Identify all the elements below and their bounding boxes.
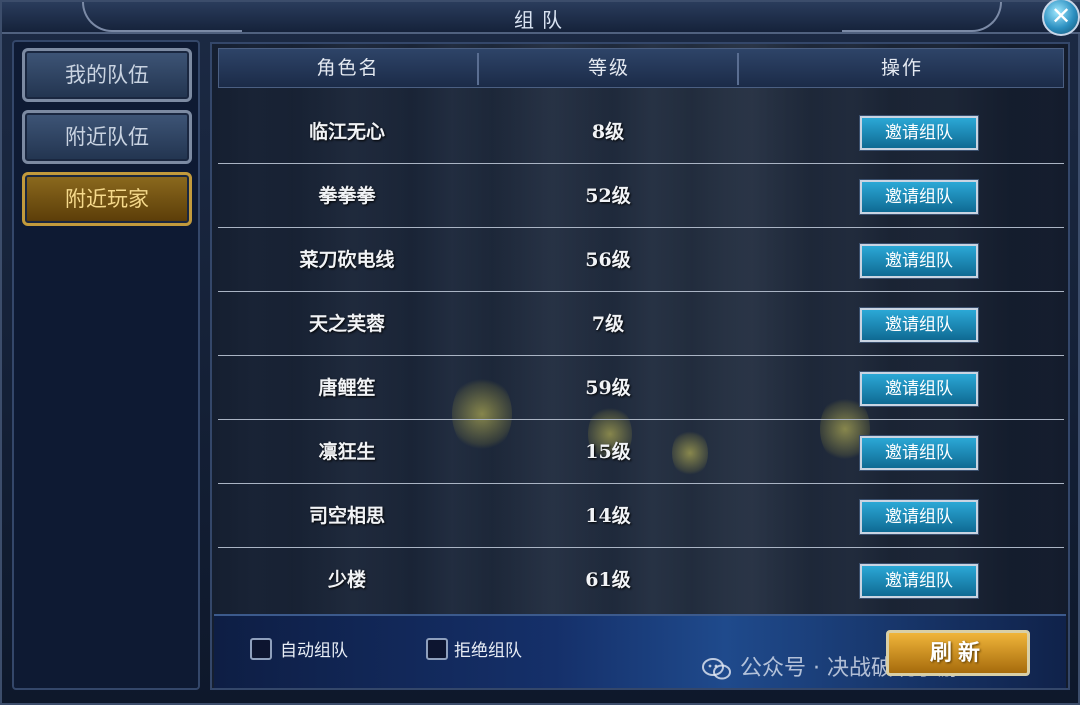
footer-bar: 自动组队 拒绝组队 公众号 · 决战破晓手游 刷新 (214, 614, 1066, 688)
player-name: 凛狂生 (318, 441, 376, 463)
table-header: 角色名 等级 操作 (218, 48, 1064, 88)
table-row: 凛狂生 15级 邀请组队 (218, 420, 1064, 484)
invite-button[interactable]: 邀请组队 (859, 499, 979, 535)
tab-my-team[interactable]: 我的队伍 (22, 48, 192, 102)
refresh-button[interactable]: 刷新 (886, 630, 1030, 676)
table-row: 少楼 61级 邀请组队 (218, 548, 1064, 612)
player-level: 7级 (591, 313, 625, 335)
header-action: 操作 (880, 57, 923, 79)
table-row: 司空相思 14级 邀请组队 (218, 484, 1064, 548)
team-window: 组队 ✕ 我的队伍 附近队伍 附近玩家 角色名 等级 操作 临江无心 8级 邀请… (0, 0, 1080, 705)
player-level: 8级 (591, 121, 625, 143)
player-level: 59级 (585, 377, 631, 399)
player-name: 司空相思 (308, 505, 385, 527)
auto-team-checkbox[interactable] (250, 638, 272, 660)
player-name: 拳拳拳 (318, 185, 376, 207)
sidebar: 我的队伍 附近队伍 附近玩家 (12, 40, 200, 690)
invite-button[interactable]: 邀请组队 (859, 243, 979, 279)
player-level: 56级 (585, 249, 631, 271)
invite-button[interactable]: 邀请组队 (859, 307, 979, 343)
player-level: 15级 (585, 441, 631, 463)
invite-button[interactable]: 邀请组队 (859, 115, 979, 151)
player-name: 少楼 (327, 569, 366, 591)
table-row: 菜刀砍电线 56级 邀请组队 (218, 228, 1064, 292)
invite-button[interactable]: 邀请组队 (859, 179, 979, 215)
tab-nearby-players[interactable]: 附近玩家 (22, 172, 192, 226)
header-role-name: 角色名 (316, 57, 380, 79)
auto-team-label: 自动组队 (280, 641, 348, 661)
reject-team-label: 拒绝组队 (454, 641, 522, 661)
player-name: 临江无心 (308, 121, 385, 143)
player-level: 52级 (585, 185, 631, 207)
window-title: 组队 (514, 8, 570, 32)
invite-button[interactable]: 邀请组队 (859, 435, 979, 471)
table-row: 天之芙蓉 7级 邀请组队 (218, 292, 1064, 356)
header-level: 等级 (587, 57, 630, 79)
invite-button[interactable]: 邀请组队 (859, 563, 979, 599)
invite-button[interactable]: 邀请组队 (859, 371, 979, 407)
title-bar: 组队 ✕ (2, 0, 1080, 36)
table-row: 临江无心 8级 邀请组队 (218, 100, 1064, 164)
player-name: 天之芙蓉 (308, 313, 385, 335)
wechat-icon (702, 658, 731, 680)
player-level: 14级 (585, 505, 631, 527)
table-row: 拳拳拳 52级 邀请组队 (218, 164, 1064, 228)
table-row: 唐鲤笙 59级 邀请组队 (218, 356, 1064, 420)
tab-nearby-teams[interactable]: 附近队伍 (22, 110, 192, 164)
player-name: 唐鲤笙 (318, 377, 376, 399)
player-name: 菜刀砍电线 (299, 249, 395, 271)
player-list-panel: 角色名 等级 操作 临江无心 8级 邀请组队 拳拳拳 52级 邀请组队 菜刀砍电… (210, 42, 1070, 690)
reject-team-checkbox[interactable] (426, 638, 448, 660)
player-level: 61级 (585, 569, 631, 591)
